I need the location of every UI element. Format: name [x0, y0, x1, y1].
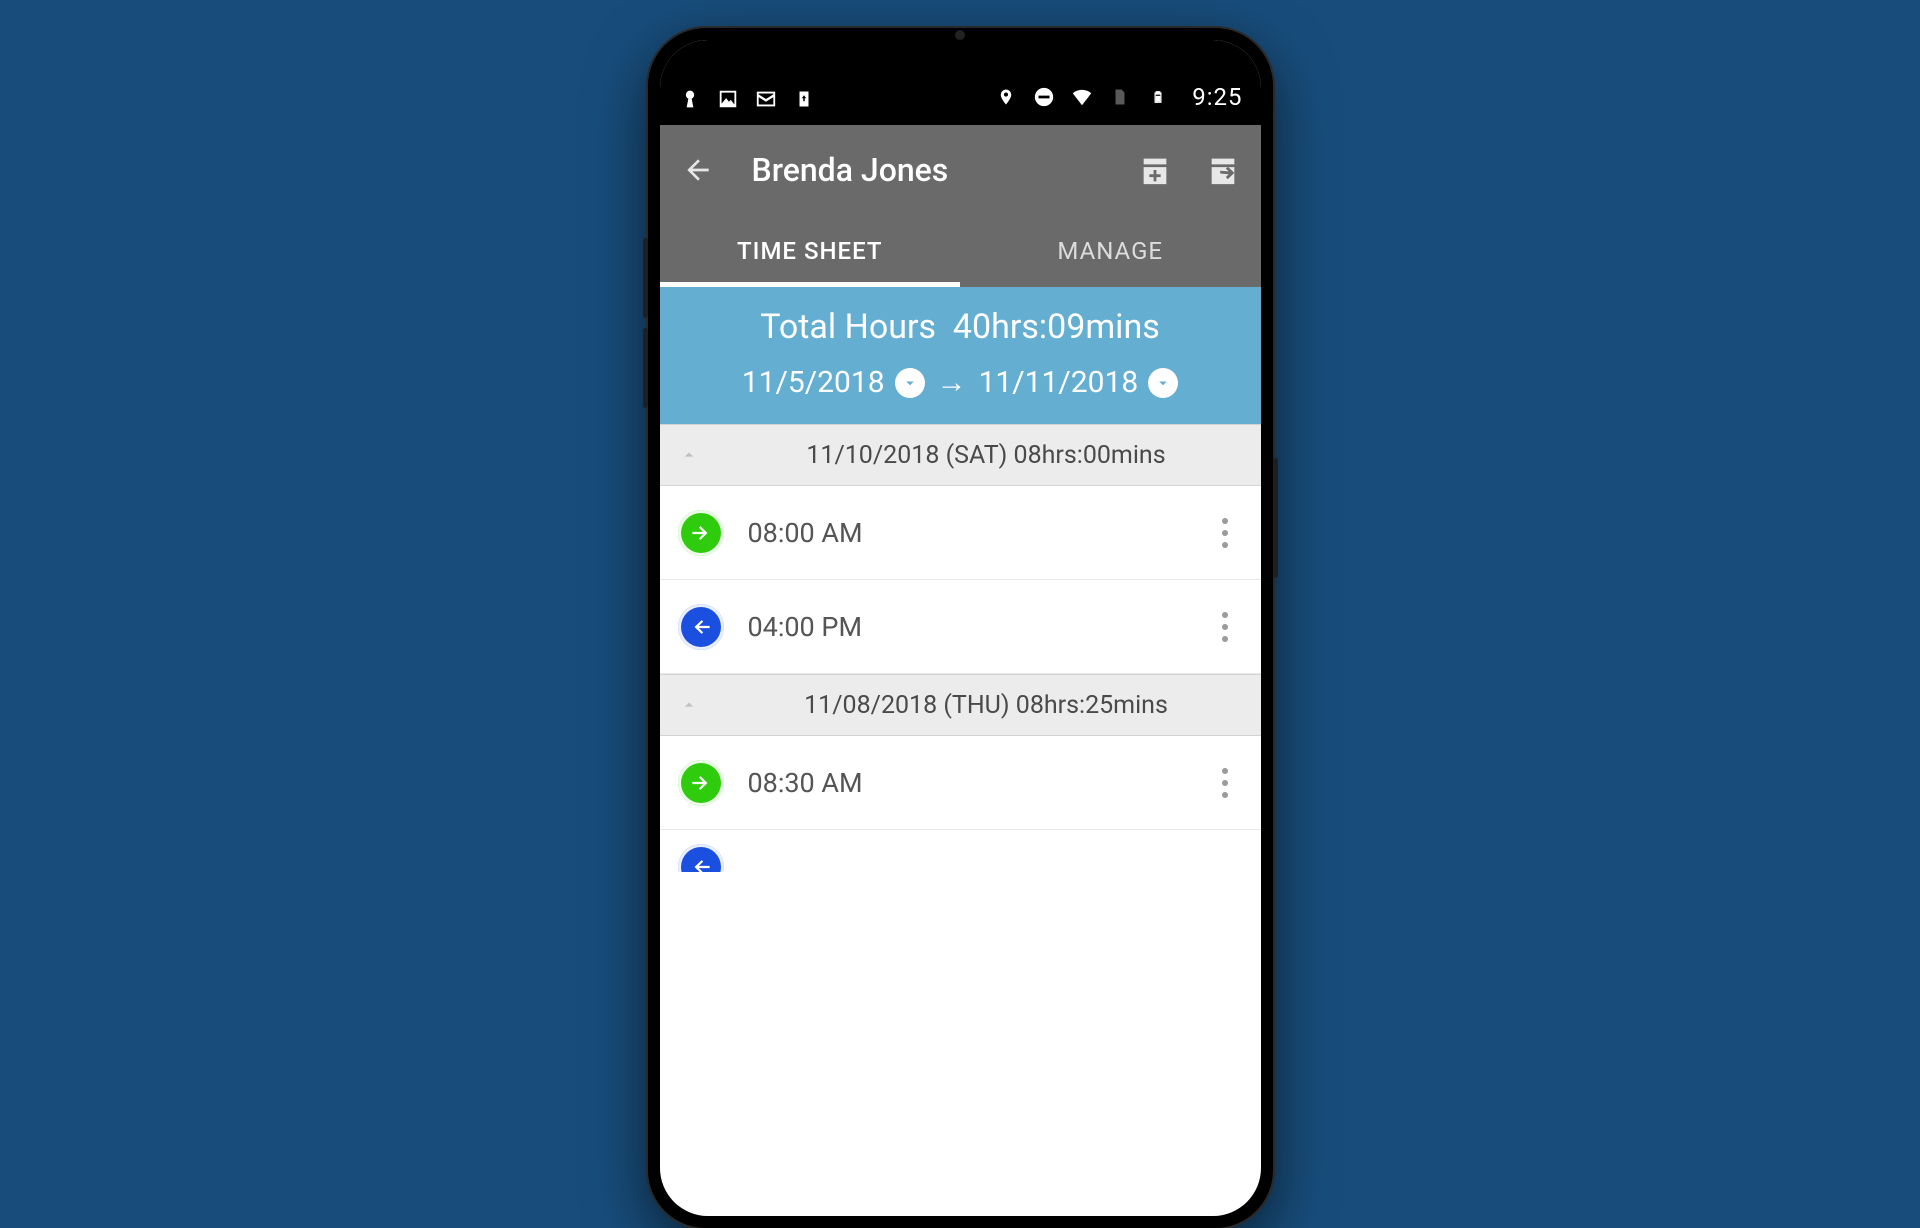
entry-overflow-menu[interactable]: [1207, 768, 1243, 798]
app-bar: Brenda Jones: [660, 125, 1261, 215]
phone-volume-down: [643, 328, 648, 408]
tab-label: MANAGE: [1057, 237, 1163, 265]
statusbar-time: 9:25: [1192, 83, 1242, 111]
dnd-icon: [1032, 85, 1056, 109]
phone-power-button: [1273, 458, 1278, 578]
tab-bar: TIME SHEET MANAGE: [660, 215, 1261, 287]
tab-label: TIME SHEET: [737, 237, 882, 265]
location-icon: [994, 85, 1018, 109]
clock-in-icon: [678, 510, 724, 556]
summary-panel: Total Hours 40hrs:09mins 11/5/2018 → 11/…: [660, 287, 1261, 424]
tab-manage[interactable]: MANAGE: [960, 215, 1261, 287]
page-title: Brenda Jones: [752, 151, 1101, 189]
caret-up-icon: [678, 445, 700, 465]
clock-in-icon: [678, 760, 724, 806]
wifi-icon: [1070, 85, 1094, 109]
arrow-right-icon: →: [937, 365, 967, 400]
date-start-value: 11/5/2018: [742, 365, 885, 400]
download-icon: [792, 87, 816, 111]
tab-indicator: [660, 282, 961, 287]
battery-icon: [1146, 85, 1170, 109]
time-entry-row[interactable]: 04:00 PM: [660, 580, 1261, 674]
entry-time: 04:00 PM: [748, 611, 1207, 643]
calendar-share-button[interactable]: [1203, 150, 1243, 190]
entry-time: 08:00 AM: [748, 517, 1207, 549]
date-end-selector[interactable]: 11/11/2018: [979, 365, 1179, 400]
appbar-actions: [1135, 150, 1243, 190]
clock-out-icon: [678, 604, 724, 650]
entry-overflow-menu[interactable]: [1207, 612, 1243, 642]
day-header-label: 11/08/2018 (THU) 08hrs:25mins: [730, 691, 1243, 720]
total-hours-line: Total Hours 40hrs:09mins: [676, 307, 1245, 347]
day-header-label: 11/10/2018 (SAT) 08hrs:00mins: [730, 441, 1243, 470]
image-icon: [716, 87, 740, 111]
time-entry-row-partial[interactable]: [660, 830, 1261, 872]
clock-out-icon: [678, 844, 724, 872]
status-bar: 9:25: [660, 40, 1261, 125]
chevron-down-icon: [1148, 368, 1178, 398]
mail-icon: [754, 87, 778, 111]
phone-frame: 9:25 Brenda Jones TIME SHEET: [648, 28, 1273, 1228]
date-end-value: 11/11/2018: [979, 365, 1139, 400]
phone-screen: 9:25 Brenda Jones TIME SHEET: [660, 40, 1261, 1216]
phone-camera-dot: [955, 30, 965, 40]
statusbar-left-icons: [678, 87, 816, 111]
chevron-down-icon: [895, 368, 925, 398]
total-hours-value: 40hrs:09mins: [953, 307, 1160, 347]
calendar-add-button[interactable]: [1135, 150, 1175, 190]
time-entry-row[interactable]: 08:00 AM: [660, 486, 1261, 580]
date-range: 11/5/2018 → 11/11/2018: [676, 365, 1245, 400]
statusbar-right-icons: 9:25: [994, 83, 1242, 111]
phone-volume-up: [643, 238, 648, 318]
tab-time-sheet[interactable]: TIME SHEET: [660, 215, 961, 287]
time-entry-row[interactable]: 08:30 AM: [660, 736, 1261, 830]
entry-time: 08:30 AM: [748, 767, 1207, 799]
day-header[interactable]: 11/08/2018 (THU) 08hrs:25mins: [660, 674, 1261, 736]
date-start-selector[interactable]: 11/5/2018: [742, 365, 925, 400]
entry-overflow-menu[interactable]: [1207, 518, 1243, 548]
keyhole-icon: [678, 87, 702, 111]
sim-icon: [1108, 85, 1132, 109]
back-button[interactable]: [678, 150, 718, 190]
day-header[interactable]: 11/10/2018 (SAT) 08hrs:00mins: [660, 424, 1261, 486]
caret-up-icon: [678, 695, 700, 715]
total-hours-label: Total Hours: [760, 307, 936, 347]
